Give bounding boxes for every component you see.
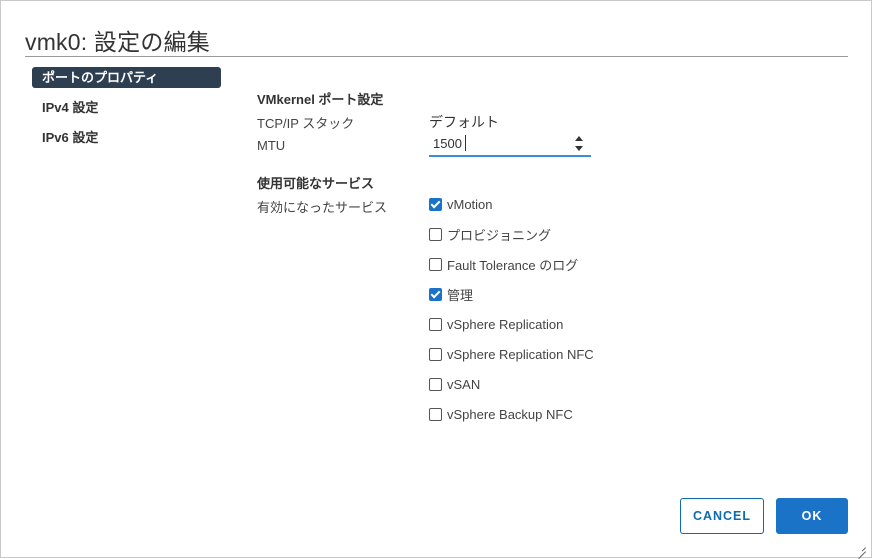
- service-management[interactable]: 管理: [429, 285, 473, 303]
- service-vsphere-replication[interactable]: vSphere Replication: [429, 315, 563, 333]
- vmotion-checkbox[interactable]: [429, 197, 442, 211]
- service-label: vSphere Replication: [447, 316, 564, 332]
- fault-tolerance-checkbox[interactable]: [429, 257, 442, 271]
- service-label: vSAN: [447, 376, 481, 392]
- ok-button[interactable]: OK: [776, 498, 848, 534]
- nav-item-ipv4-settings[interactable]: IPv4 設定: [32, 97, 221, 118]
- vmkernel-section-title: VMkernel ポート設定: [257, 92, 384, 107]
- service-vsan[interactable]: vSAN: [429, 375, 480, 393]
- nav-item-port-properties[interactable]: ポートのプロパティ: [32, 67, 221, 88]
- tcpip-stack-label: TCP/IP スタック: [257, 116, 355, 131]
- enabled-services-label: 有効になったサービス: [257, 200, 388, 215]
- spin-down-icon[interactable]: [575, 146, 583, 151]
- cancel-button[interactable]: CANCEL: [680, 498, 764, 534]
- mtu-input[interactable]: 1500: [429, 133, 591, 157]
- edit-settings-dialog: vmk0: 設定の編集 ポートのプロパティ IPv4 設定 IPv6 設定 VM…: [0, 0, 872, 558]
- service-label: vMotion: [447, 196, 493, 212]
- text-caret: [465, 135, 466, 151]
- service-fault-tolerance-logging[interactable]: Fault Tolerance のログ: [429, 255, 578, 273]
- settings-nav: ポートのプロパティ IPv4 設定 IPv6 設定: [32, 67, 221, 157]
- mtu-input-value: 1500: [433, 136, 462, 151]
- resize-handle-icon[interactable]: [858, 544, 866, 552]
- service-label: vSphere Replication NFC: [447, 346, 594, 362]
- vsan-checkbox[interactable]: [429, 377, 442, 391]
- vsphere-backup-nfc-checkbox[interactable]: [429, 407, 442, 421]
- tcpip-stack-value: デフォルト: [429, 114, 499, 130]
- service-label: 管理: [447, 287, 474, 303]
- vsphere-replication-checkbox[interactable]: [429, 317, 442, 331]
- service-provisioning[interactable]: プロビジョニング: [429, 225, 551, 243]
- service-vsphere-replication-nfc[interactable]: vSphere Replication NFC: [429, 345, 594, 363]
- services-section-title: 使用可能なサービス: [257, 176, 375, 191]
- mtu-spinner: [573, 133, 585, 155]
- service-label: vSphere Backup NFC: [447, 406, 573, 422]
- management-checkbox[interactable]: [429, 287, 442, 301]
- spin-up-icon[interactable]: [575, 136, 583, 141]
- vsphere-replication-nfc-checkbox[interactable]: [429, 347, 442, 361]
- mtu-label: MTU: [257, 138, 286, 153]
- service-label: プロビジョニング: [447, 227, 552, 243]
- provisioning-checkbox[interactable]: [429, 227, 442, 241]
- dialog-title: vmk0: 設定の編集: [25, 29, 210, 55]
- nav-item-ipv6-settings[interactable]: IPv6 設定: [32, 127, 221, 148]
- service-vmotion[interactable]: vMotion: [429, 195, 493, 213]
- service-label: Fault Tolerance のログ: [447, 257, 579, 273]
- service-vsphere-backup-nfc[interactable]: vSphere Backup NFC: [429, 405, 573, 423]
- title-divider: [25, 56, 848, 57]
